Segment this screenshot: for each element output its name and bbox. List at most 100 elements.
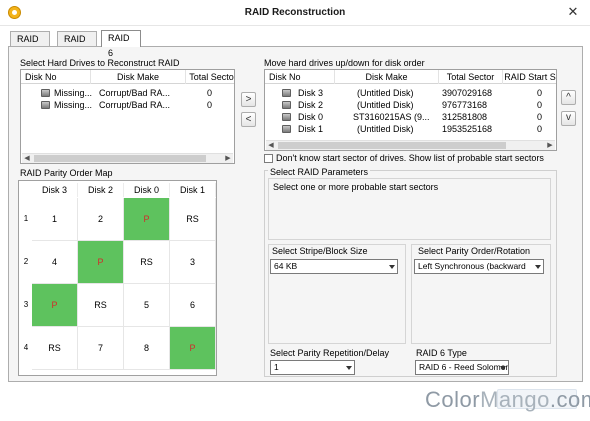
stripe-size-label: Select Stripe/Block Size <box>272 246 368 256</box>
source-drives-list[interactable]: Disk No Disk Make Total Secto Missing...… <box>20 69 235 164</box>
disk-make-cell: (Untitled Disk) <box>357 88 414 98</box>
disk-no-cell: Missing... <box>54 88 92 98</box>
chevron-down-icon <box>500 366 506 370</box>
column-header-total-sector[interactable]: Total Sector <box>439 70 503 84</box>
parity-map-cell: RS <box>32 327 78 370</box>
list-header: Disk No Disk Make Total Sector RAID Star… <box>265 70 556 84</box>
list-item[interactable]: Disk 2 (Untitled Disk) 976773168 0 <box>265 99 556 111</box>
close-button[interactable]: ✕ <box>565 4 581 20</box>
move-right-button[interactable]: > <box>241 92 256 107</box>
total-sectors-cell: 0 <box>207 88 213 98</box>
list-item[interactable]: Disk 3 (Untitled Disk) 3907029168 0 <box>265 87 556 99</box>
disk-no-cell: Disk 0 <box>298 112 324 122</box>
hard-disk-icon <box>282 113 291 121</box>
parity-map-title: RAID Parity Order Map <box>20 168 113 178</box>
tab-raid-0[interactable]: RAID 0 <box>10 31 50 59</box>
total-sector-cell: 312581808 <box>442 112 488 122</box>
raid-parameters-title: Select RAID Parameters <box>268 167 371 177</box>
column-header-total-sectors[interactable]: Total Secto <box>186 70 234 84</box>
tab-raid-5[interactable]: RAID 5 <box>57 31 97 59</box>
parity-map-cell: 2 <box>78 198 124 241</box>
disk-no-cell: Disk 2 <box>298 100 324 110</box>
parity-repetition-value: 1 <box>274 362 279 372</box>
parity-map-cell: P <box>170 327 216 370</box>
hard-disk-icon <box>41 101 50 109</box>
parity-map-cell: P <box>124 198 170 241</box>
start-sector-cell: 0 <box>537 124 543 134</box>
watermark: ColorMango.com <box>425 387 590 412</box>
parity-map-cell: RS <box>170 198 216 241</box>
hard-disk-icon <box>41 89 50 97</box>
move-down-button[interactable]: v <box>561 111 576 126</box>
disk-make-cell: (Untitled Disk) <box>357 100 414 110</box>
column-header-disk-make[interactable]: Disk Make <box>335 70 439 84</box>
chevron-down-icon <box>389 265 395 269</box>
stripe-size-value: 64 KB <box>274 261 298 271</box>
parity-map-row-number: 3 <box>23 300 29 309</box>
start-sector-cell: 0 <box>537 100 543 110</box>
raid6-type-value: RAID 6 - Reed Solomon <box>419 362 509 372</box>
parity-map-row-number: 2 <box>23 257 29 266</box>
parity-repetition-select[interactable]: 1 <box>270 360 355 375</box>
parity-map-cell: 8 <box>124 327 170 370</box>
window-title: RAID Reconstruction <box>244 7 346 18</box>
scroll-thumb[interactable] <box>34 155 206 162</box>
column-header-disk-make[interactable]: Disk Make <box>91 70 186 84</box>
column-header-disk-no[interactable]: Disk No <box>21 70 91 84</box>
disk-make-cell: ST3160215AS (9... <box>353 112 430 122</box>
scroll-right-icon[interactable]: ▶ <box>545 141 555 150</box>
parity-map-cell: RS <box>78 284 124 327</box>
start-sector-cell: 0 <box>537 112 543 122</box>
parity-map-cell: RS <box>124 241 170 284</box>
parity-map-column-header: Disk 0 <box>124 183 170 197</box>
stripe-size-select[interactable]: 64 KB <box>270 259 398 274</box>
parity-map-cell: 1 <box>32 198 78 241</box>
disk-make-cell: Corrupt/Bad RA... <box>99 100 171 110</box>
disk-no-cell: Missing... <box>54 100 92 110</box>
disk-make-cell: Corrupt/Bad RA... <box>99 88 171 98</box>
tab-raid-6[interactable]: RAID 6 <box>101 30 141 58</box>
disk-order-list[interactable]: Disk No Disk Make Total Sector RAID Star… <box>264 69 557 151</box>
list-item[interactable]: Missing... Corrupt/Bad RA... 0 <box>21 87 234 99</box>
total-sectors-cell: 0 <box>207 100 213 110</box>
parity-map-cell: 6 <box>170 284 216 327</box>
hard-disk-icon <box>282 125 291 133</box>
parity-map-cell: 5 <box>124 284 170 327</box>
list-item[interactable]: Missing... Corrupt/Bad RA... 0 <box>21 99 234 111</box>
parity-map-column-header: Disk 2 <box>78 183 124 197</box>
scroll-thumb[interactable] <box>278 142 506 149</box>
raid6-type-select[interactable]: RAID 6 - Reed Solomon <box>415 360 509 375</box>
horizontal-scrollbar[interactable]: ◀ ▶ <box>266 140 555 150</box>
scroll-right-icon[interactable]: ▶ <box>223 154 233 163</box>
parity-map-row-number: 4 <box>23 343 29 352</box>
disk-no-cell: Disk 1 <box>298 124 324 134</box>
move-up-button[interactable]: ^ <box>561 90 576 105</box>
hard-disk-icon <box>282 101 291 109</box>
total-sector-cell: 3907029168 <box>442 88 492 98</box>
scroll-left-icon[interactable]: ◀ <box>22 154 32 163</box>
parity-order-value: Left Synchronous (backward <box>418 261 526 271</box>
start-sector-cell: 0 <box>537 88 543 98</box>
column-header-disk-no[interactable]: Disk No <box>265 70 335 84</box>
disk-make-cell: (Untitled Disk) <box>357 124 414 134</box>
parity-repetition-label: Select Parity Repetition/Delay <box>270 348 390 358</box>
list-item[interactable]: Disk 1 (Untitled Disk) 1953525168 0 <box>265 123 556 135</box>
scroll-left-icon[interactable]: ◀ <box>266 141 276 150</box>
parity-order-select[interactable]: Left Synchronous (backward <box>414 259 544 274</box>
horizontal-scrollbar[interactable]: ◀ ▶ <box>22 153 233 163</box>
parity-map-cell: P <box>78 241 124 284</box>
list-item[interactable]: Disk 0 ST3160215AS (9... 312581808 0 <box>265 111 556 123</box>
parity-order-label: Select Parity Order/Rotation <box>418 246 531 256</box>
probable-start-sectors-box[interactable]: Select one or more probable start sector… <box>268 178 551 240</box>
parity-map-cell: 4 <box>32 241 78 284</box>
parity-map-cell: 7 <box>78 327 124 370</box>
parity-map-column-header: Disk 1 <box>170 183 216 197</box>
chevron-down-icon <box>535 265 541 269</box>
left-list-title: Select Hard Drives to Reconstruct RAID <box>20 58 180 68</box>
dont-know-start-sector-label[interactable]: Don't know start sector of drives. Show … <box>276 153 544 163</box>
chevron-down-icon <box>346 366 352 370</box>
column-header-raid-start-sector[interactable]: RAID Start S <box>503 70 556 84</box>
probable-start-sectors-label: Select one or more probable start sector… <box>273 182 439 192</box>
dont-know-start-sector-checkbox[interactable] <box>264 154 273 163</box>
move-left-button[interactable]: < <box>241 112 256 127</box>
